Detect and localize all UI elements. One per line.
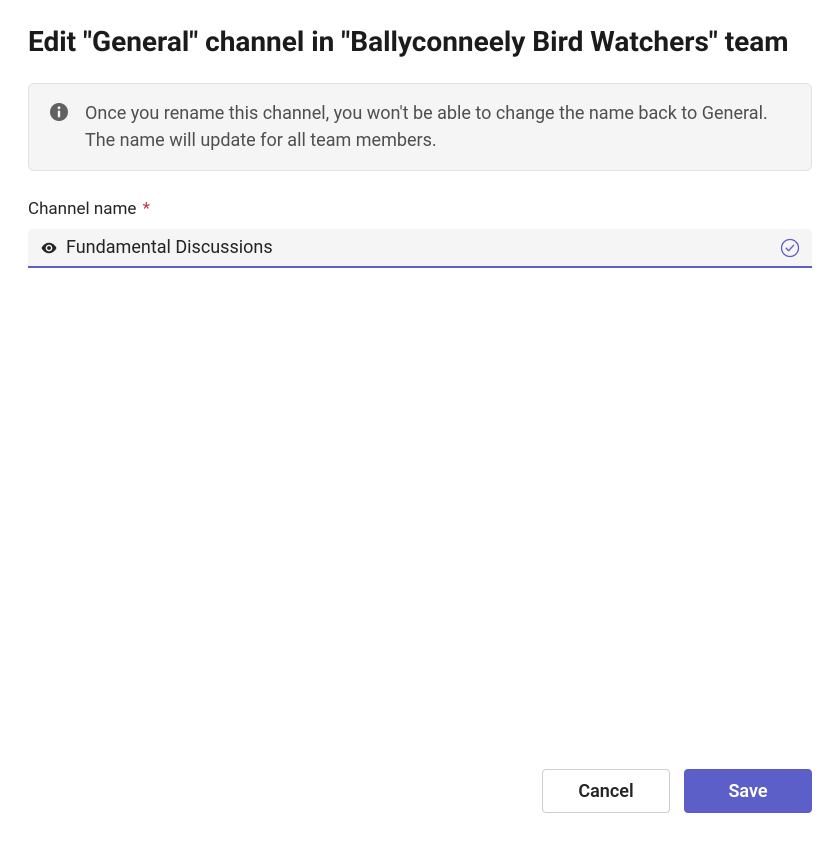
save-button[interactable]: Save [684,769,812,813]
channel-name-label: Channel name * [28,199,812,219]
channel-name-input[interactable] [66,237,768,258]
info-banner: Once you rename this channel, you won't … [28,83,812,171]
info-icon [49,102,69,126]
info-banner-message: Once you rename this channel, you won't … [85,100,791,154]
visibility-icon [40,239,58,257]
edit-channel-dialog: Edit "General" channel in "Ballyconneely… [0,0,840,841]
cancel-button[interactable]: Cancel [542,769,670,813]
dialog-footer: Cancel Save [542,769,812,813]
dialog-title: Edit "General" channel in "Ballyconneely… [28,24,812,59]
channel-name-input-container[interactable] [28,229,812,268]
channel-name-label-text: Channel name [28,199,136,219]
required-marker: * [143,199,150,219]
check-circle-icon [780,238,800,258]
